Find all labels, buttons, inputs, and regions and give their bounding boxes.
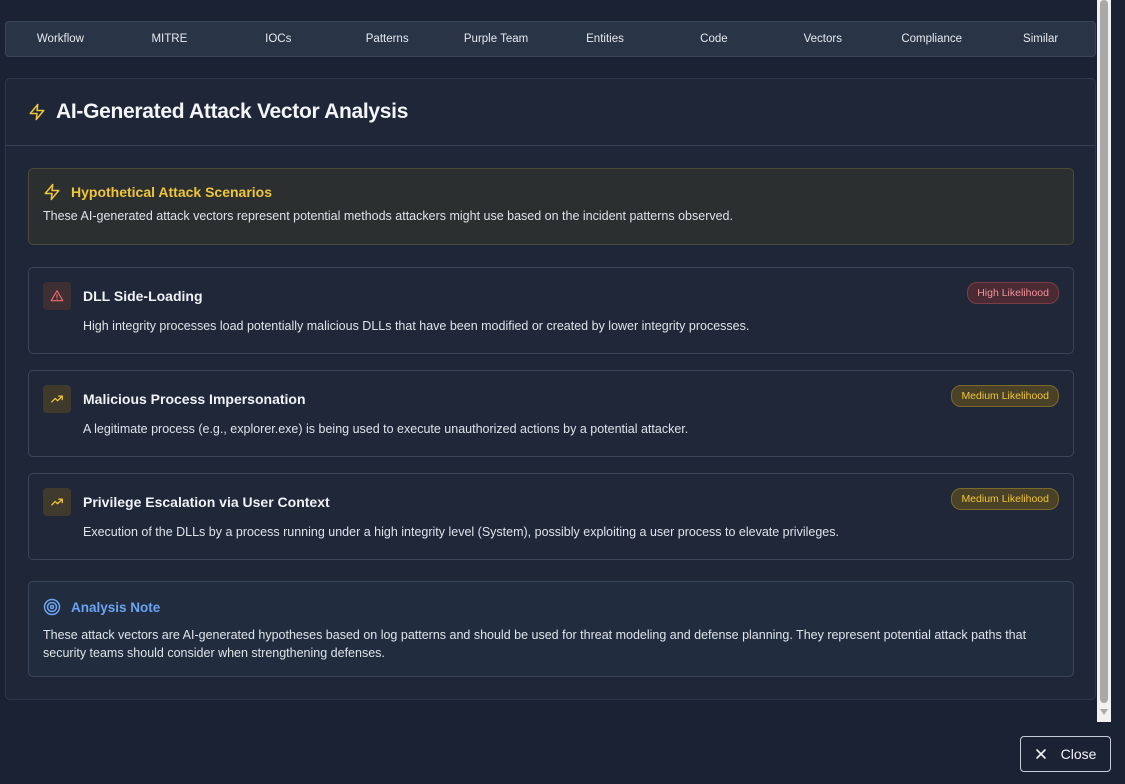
page-title: AI-Generated Attack Vector Analysis bbox=[56, 100, 409, 123]
tab-purple-team[interactable]: Purple Team bbox=[442, 33, 551, 45]
note-title: Analysis Note bbox=[71, 599, 161, 615]
alert-triangle-icon bbox=[50, 290, 64, 302]
close-label: Close bbox=[1060, 746, 1097, 762]
scroll-down-arrow-icon[interactable] bbox=[1100, 709, 1108, 715]
panel-header: AI-Generated Attack Vector Analysis bbox=[6, 79, 1095, 146]
target-icon bbox=[43, 598, 61, 616]
likelihood-badge: High Likelihood bbox=[967, 282, 1059, 304]
vector-description: Execution of the DLLs by a process runni… bbox=[83, 525, 839, 539]
vector-card-privilege-escalation: Privilege Escalation via User Context Ex… bbox=[28, 473, 1074, 560]
trending-up-icon bbox=[51, 498, 63, 506]
close-icon bbox=[1035, 749, 1046, 759]
likelihood-badge: Medium Likelihood bbox=[951, 488, 1059, 510]
tab-mitre[interactable]: MITRE bbox=[115, 33, 224, 45]
tab-entities[interactable]: Entities bbox=[551, 33, 660, 45]
trending-up-icon bbox=[51, 395, 63, 403]
attack-vector-panel: AI-Generated Attack Vector Analysis Hypo… bbox=[5, 78, 1096, 700]
modal-content: Workflow MITRE IOCs Patterns Purple Team… bbox=[0, 0, 1097, 722]
vertical-scrollbar[interactable] bbox=[1097, 0, 1111, 722]
vector-card-dll-side-loading: DLL Side-Loading High integrity processe… bbox=[28, 267, 1074, 354]
vector-title: Malicious Process Impersonation bbox=[83, 391, 306, 407]
tab-compliance[interactable]: Compliance bbox=[877, 33, 986, 45]
hypothetical-title: Hypothetical Attack Scenarios bbox=[71, 184, 272, 200]
note-text: These attack vectors are AI-generated hy… bbox=[43, 628, 1027, 660]
vector-icon-box bbox=[43, 488, 71, 516]
vector-title: DLL Side-Loading bbox=[83, 288, 203, 304]
tab-patterns[interactable]: Patterns bbox=[333, 33, 442, 45]
tab-code[interactable]: Code bbox=[659, 33, 768, 45]
tab-workflow[interactable]: Workflow bbox=[6, 33, 115, 45]
analysis-note-card: Analysis Note These attack vectors are A… bbox=[28, 581, 1074, 677]
vector-title: Privilege Escalation via User Context bbox=[83, 494, 330, 510]
likelihood-badge: Medium Likelihood bbox=[951, 385, 1059, 407]
tab-similar[interactable]: Similar bbox=[986, 33, 1095, 45]
vector-description: A legitimate process (e.g., explorer.exe… bbox=[83, 422, 689, 436]
lightning-icon bbox=[44, 183, 60, 201]
vector-card-process-impersonation: Malicious Process Impersonation A legiti… bbox=[28, 370, 1074, 457]
vector-icon-box bbox=[43, 282, 71, 310]
scrollbar-thumb[interactable] bbox=[1100, 0, 1108, 703]
close-button[interactable]: Close bbox=[1020, 736, 1111, 772]
tab-iocs[interactable]: IOCs bbox=[224, 33, 333, 45]
vector-icon-box bbox=[43, 385, 71, 413]
tab-bar: Workflow MITRE IOCs Patterns Purple Team… bbox=[5, 21, 1096, 57]
hypothetical-scenarios-card: Hypothetical Attack Scenarios These AI-g… bbox=[28, 168, 1074, 245]
vector-description: High integrity processes load potentiall… bbox=[83, 319, 750, 333]
hypothetical-text: These AI-generated attack vectors repres… bbox=[43, 209, 733, 223]
lightning-icon bbox=[29, 103, 45, 121]
tab-vectors[interactable]: Vectors bbox=[768, 33, 877, 45]
